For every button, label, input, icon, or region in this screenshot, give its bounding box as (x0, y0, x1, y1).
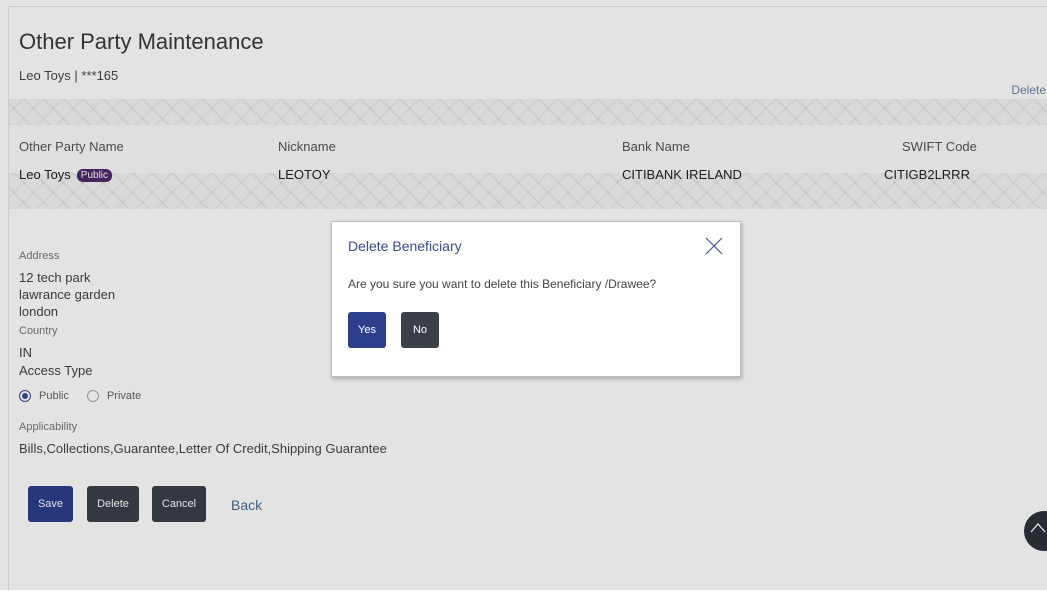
dialog-title: Delete Beneficiary (348, 238, 462, 254)
no-button[interactable]: No (401, 312, 439, 348)
yes-button[interactable]: Yes (348, 312, 386, 348)
close-icon[interactable] (704, 236, 724, 256)
delete-beneficiary-dialog: Delete Beneficiary Are you sure you want… (331, 221, 741, 377)
dialog-message: Are you sure you want to delete this Ben… (348, 277, 657, 291)
